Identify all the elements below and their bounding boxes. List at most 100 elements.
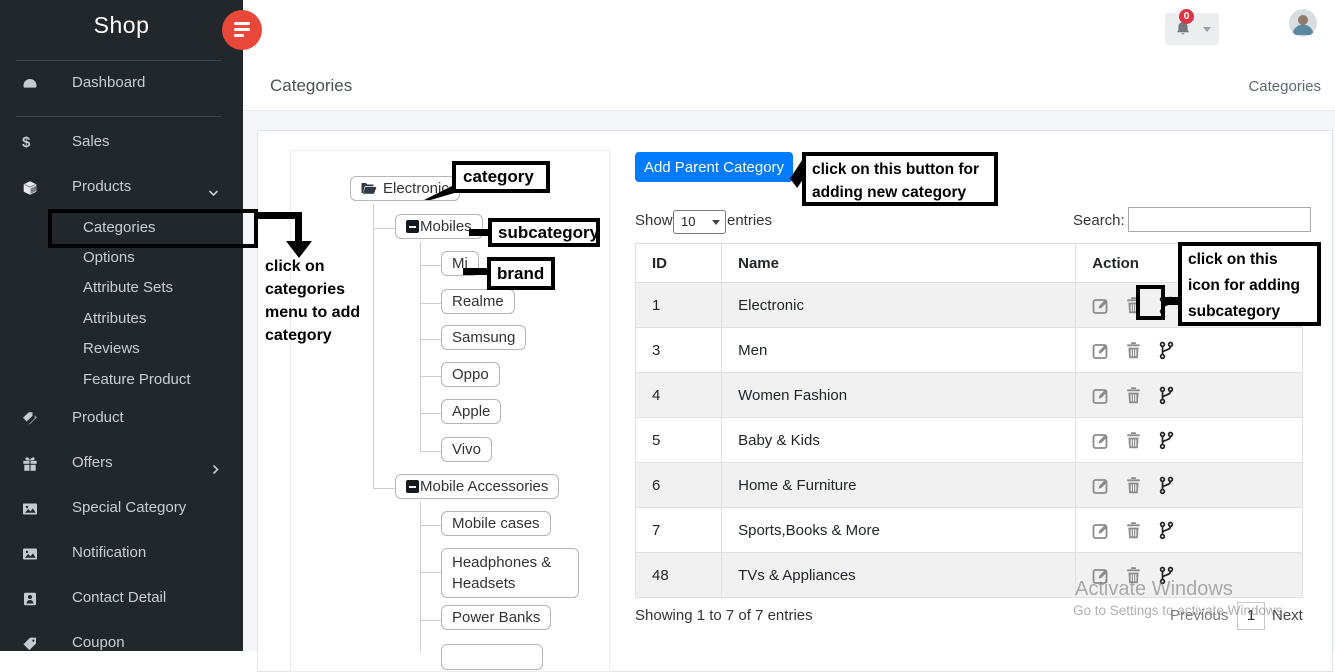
add-subcategory-icon[interactable] [1157, 386, 1176, 405]
sidebar-item-attribute-sets[interactable]: Attribute Sets [0, 275, 243, 301]
sidebar-item-products[interactable]: Products [0, 174, 243, 200]
add-subcategory-icon[interactable] [1157, 566, 1176, 585]
image-icon [22, 545, 38, 561]
tree-node-electronic[interactable]: Electronic [350, 176, 460, 201]
delete-icon[interactable] [1124, 521, 1143, 540]
add-parent-category-button[interactable]: Add Parent Category [635, 152, 793, 182]
annotation-box-add-button: click on this button for adding new cate… [802, 152, 998, 206]
sidebar-item-sales[interactable]: $ Sales [0, 129, 243, 155]
category-id-cell: 3 [636, 328, 722, 373]
category-id-cell: 7 [636, 508, 722, 553]
tree-node-label: Samsung [452, 329, 515, 346]
sidebar-item-label: Coupon [72, 630, 125, 656]
tree-connector [420, 525, 441, 526]
notifications-button[interactable]: 0 [1165, 13, 1219, 45]
category-action-cell [1076, 463, 1303, 508]
tree-node-realme[interactable]: Realme [441, 289, 515, 314]
add-subcategory-icon[interactable] [1157, 431, 1176, 450]
page-size-select[interactable]: 10 [673, 210, 726, 234]
sidebar-toggle-button[interactable] [222, 10, 262, 50]
annotation-box-add-subcategory: click on this icon for adding subcategor… [1178, 242, 1321, 326]
add-subcategory-icon[interactable] [1157, 521, 1176, 540]
chevron-right-icon [210, 458, 221, 469]
gift-icon [22, 455, 38, 471]
add-subcategory-icon[interactable] [1157, 341, 1176, 360]
sidebar-item-coupon[interactable]: Coupon [0, 630, 243, 656]
sidebar-item-reviews[interactable]: Reviews [0, 336, 243, 362]
category-name-cell: TVs & Appliances [722, 553, 1076, 598]
page-header: Categories Categories [243, 61, 1335, 111]
divider [16, 116, 222, 117]
pagination-next[interactable]: Next [1272, 607, 1303, 624]
delete-icon[interactable] [1124, 386, 1143, 405]
tree-node-partial[interactable] [441, 644, 543, 670]
search-input[interactable] [1128, 207, 1311, 232]
delete-icon[interactable] [1124, 431, 1143, 450]
pagination-page-1[interactable]: 1 [1237, 602, 1265, 630]
edit-icon[interactable] [1092, 296, 1111, 315]
breadcrumb[interactable]: Categories [1248, 78, 1321, 95]
tree-node-samsung[interactable]: Samsung [441, 325, 526, 350]
sidebar-item-special-category[interactable]: Special Category [0, 495, 243, 521]
sidebar-item-product[interactable]: Product [0, 405, 243, 431]
user-avatar[interactable] [1289, 9, 1317, 37]
search-label: Search: [1073, 212, 1125, 229]
sidebar-item-notification[interactable]: Notification [0, 540, 243, 566]
category-id-cell: 6 [636, 463, 722, 508]
dollar-icon: $ [22, 130, 38, 146]
tree-node-apple[interactable]: Apple [441, 399, 501, 424]
sidebar-item-label: Sales [72, 129, 110, 155]
annotation-box-subcategory: subcategory [488, 218, 600, 247]
tree-node-headphones[interactable]: Headphones & Headsets [441, 548, 579, 598]
category-action-cell [1076, 553, 1303, 598]
brand-title[interactable]: Shop [0, 12, 243, 39]
delete-icon[interactable] [1124, 341, 1143, 360]
table-row: 48 TVs & Appliances [636, 553, 1303, 598]
sidebar-item-offers[interactable]: Offers [0, 450, 243, 476]
minus-square-icon[interactable] [406, 480, 419, 493]
edit-icon[interactable] [1092, 386, 1111, 405]
table-row: 7 Sports,Books & More [636, 508, 1303, 553]
edit-icon[interactable] [1092, 521, 1111, 540]
sidebar-item-label: Product [72, 405, 124, 431]
tree-connector [420, 339, 441, 340]
category-id-cell: 48 [636, 553, 722, 598]
dashboard-icon [22, 75, 38, 91]
minus-square-icon[interactable] [406, 220, 419, 233]
category-id-cell: 1 [636, 283, 722, 328]
pagination-previous[interactable]: Previous [1170, 607, 1228, 624]
edit-icon[interactable] [1092, 566, 1111, 585]
tree-node-power-banks[interactable]: Power Banks [441, 605, 551, 630]
tree-node-mobile-cases[interactable]: Mobile cases [441, 511, 551, 536]
edit-icon[interactable] [1092, 431, 1111, 450]
table-row: 3 Men [636, 328, 1303, 373]
sidebar-item-attributes[interactable]: Attributes [0, 306, 243, 332]
category-name-cell: Men [722, 328, 1076, 373]
sidebar-item-options[interactable]: Options [0, 245, 243, 271]
column-header-id[interactable]: ID [636, 244, 722, 283]
entries-label: entries [727, 212, 772, 229]
delete-icon[interactable] [1124, 566, 1143, 585]
edit-icon[interactable] [1092, 476, 1111, 495]
tree-node-label: Apple [452, 403, 490, 420]
tree-node-oppo[interactable]: Oppo [441, 362, 500, 387]
tree-connector [420, 265, 441, 266]
list-icon [234, 34, 244, 37]
column-header-name[interactable]: Name [722, 244, 1076, 283]
tree-node-label: Oppo [452, 366, 489, 383]
tree-connector [420, 620, 441, 621]
tree-node-mobile-accessories[interactable]: Mobile Accessories [395, 474, 559, 499]
folder-open-icon [361, 182, 377, 195]
sidebar: Shop Dashboard $ Sales Products Categori… [0, 0, 243, 651]
edit-icon[interactable] [1092, 341, 1111, 360]
sidebar-item-label: Options [83, 245, 135, 271]
category-id-cell: 4 [636, 373, 722, 418]
annotation-line [463, 268, 489, 275]
sidebar-item-contact-detail[interactable]: Contact Detail [0, 585, 243, 611]
divider [16, 60, 222, 61]
sidebar-item-dashboard[interactable]: Dashboard [0, 70, 243, 96]
sidebar-item-feature-product[interactable]: Feature Product [0, 367, 243, 393]
delete-icon[interactable] [1124, 476, 1143, 495]
tree-node-vivo[interactable]: Vivo [441, 437, 492, 462]
add-subcategory-icon[interactable] [1157, 476, 1176, 495]
